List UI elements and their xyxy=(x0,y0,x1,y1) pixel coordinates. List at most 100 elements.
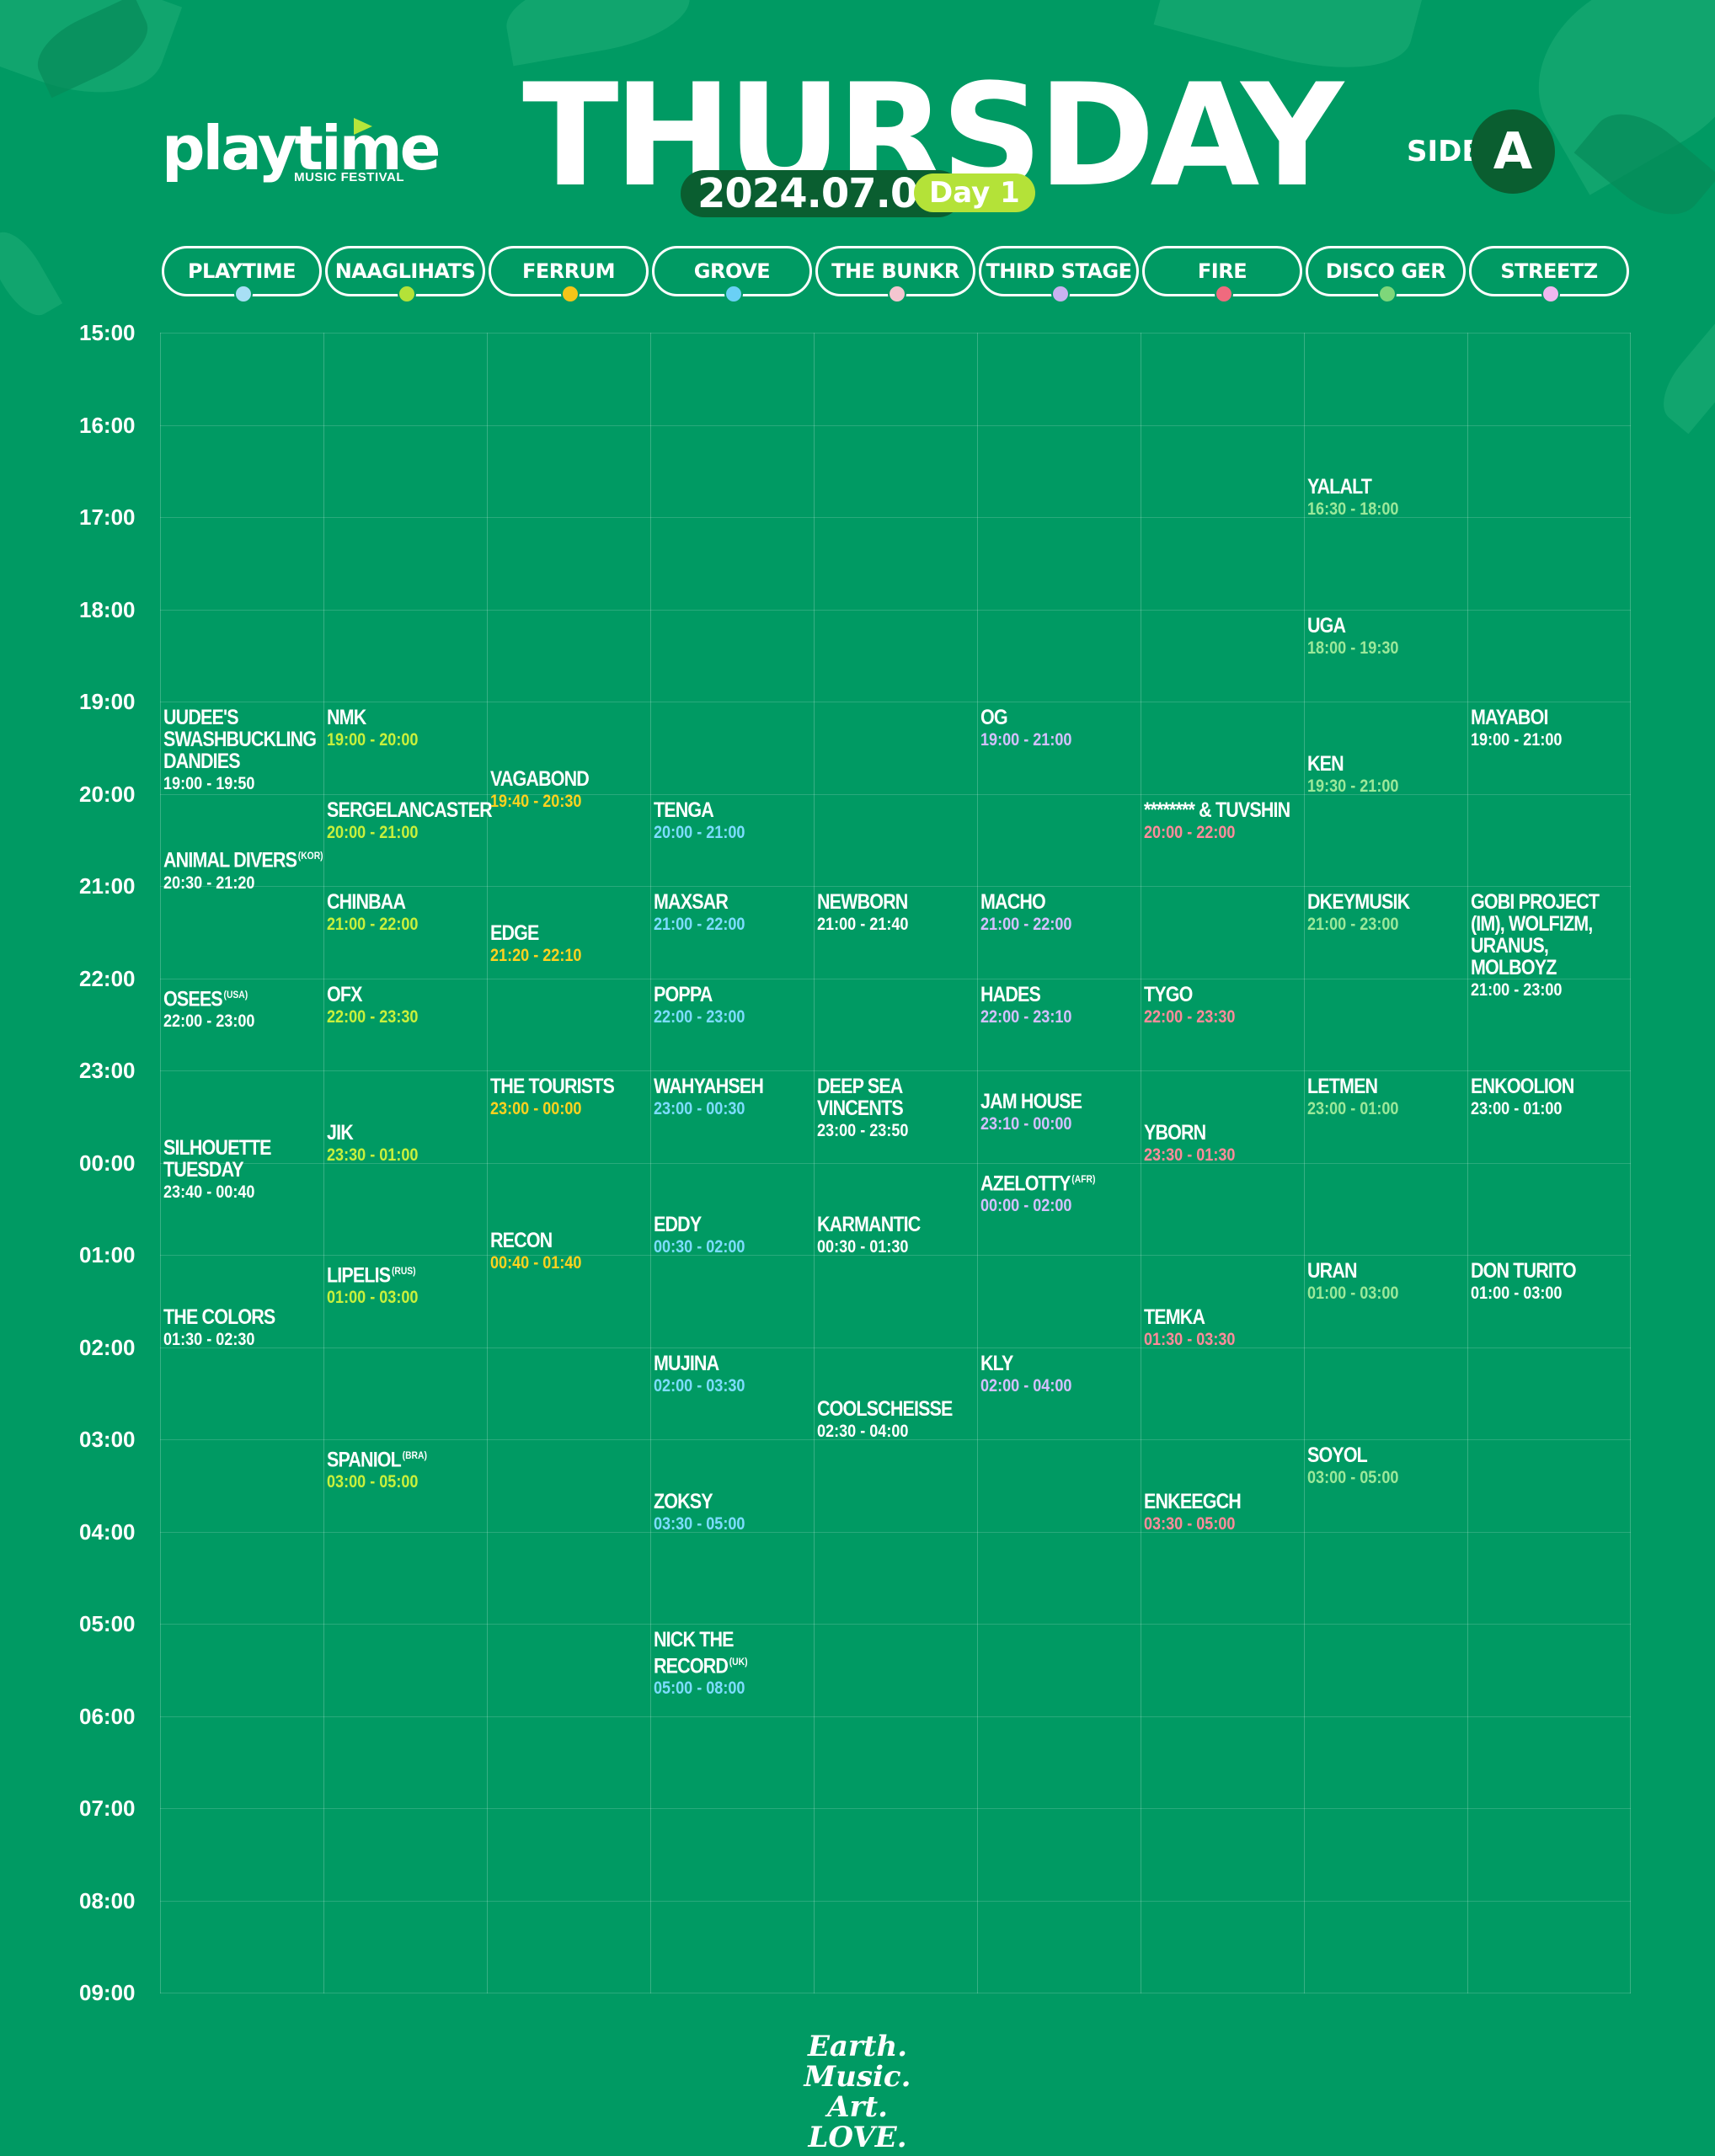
playtime-logo: playtime MUSIC FESTIVAL xyxy=(162,118,441,185)
act-time: 23:00 - 01:00 xyxy=(1471,1099,1563,1118)
act-name: SOYOL xyxy=(1307,1444,1368,1467)
column-divider xyxy=(977,333,978,1993)
act-time: 22:00 - 23:10 xyxy=(980,1006,1072,1027)
act-time: 23:00 - 01:00 xyxy=(1307,1099,1399,1118)
stage-tab: FIRE xyxy=(1142,246,1302,303)
act-name: JAM HOUSE xyxy=(980,1090,1082,1114)
act-entry: SPANIOL (BRA) 03:00 - 05:00 xyxy=(327,1444,487,1494)
act-time: 23:00 - 00:30 xyxy=(654,1099,745,1118)
act-time: 20:00 - 22:00 xyxy=(1144,822,1236,842)
stage-tab: DISCO GER xyxy=(1306,246,1466,303)
act-time: 21:00 - 22:00 xyxy=(654,915,745,934)
act-entry: UGA 18:00 - 19:30 xyxy=(1307,615,1467,660)
act-entry: AZELOTTY (AFR) 00:00 - 02:00 xyxy=(980,1168,1141,1218)
act-entry: GOBI PROJECT (IM), WOLFIZM, URANUS, MOLB… xyxy=(1471,891,1631,1002)
act-name: ENKOOLION xyxy=(1471,1075,1574,1098)
act-origin: (KOR) xyxy=(297,850,323,862)
act-entry: NMK 19:00 - 20:00 xyxy=(327,707,487,752)
act-entry: UUDEE'S SWASHBUCKLING DANDIES 19:00 - 19:… xyxy=(163,707,323,796)
act-entry: EDDY 00:30 - 02:00 xyxy=(654,1214,814,1259)
time-label: 21:00 xyxy=(79,873,136,899)
act-time: 19:30 - 21:00 xyxy=(1307,776,1399,796)
time-label: 18:00 xyxy=(79,596,136,622)
act-name: NMK xyxy=(327,706,366,729)
act-time: 19:40 - 20:30 xyxy=(490,792,582,811)
hour-gridline xyxy=(160,1070,1631,1071)
act-entry: MUJINA 02:00 - 03:30 xyxy=(654,1353,814,1398)
hour-gridline xyxy=(160,333,1631,334)
column-divider xyxy=(1467,333,1468,1993)
act-entry: MAYABOI 19:00 - 21:00 xyxy=(1471,707,1631,752)
hour-gridline xyxy=(160,1808,1631,1809)
act-name: CHINBAA xyxy=(327,890,406,914)
act-time: 02:30 - 04:00 xyxy=(817,1422,909,1442)
time-label: 20:00 xyxy=(79,781,136,807)
act-entry: THE COLORS 01:30 - 02:30 xyxy=(163,1306,323,1352)
act-entry: ENKOOLION 23:00 - 01:00 xyxy=(1471,1075,1631,1121)
act-entry: OG 19:00 - 21:00 xyxy=(980,707,1141,752)
act-entry: LIPELIS (RUS) 01:00 - 03:00 xyxy=(327,1260,487,1310)
act-origin: (USA) xyxy=(223,988,248,1001)
act-name: MACHO xyxy=(980,890,1046,914)
stage-tab: THE BUNKR xyxy=(815,246,975,303)
act-name: ******** & TUVSHIN xyxy=(1144,798,1290,822)
act-time: 22:00 - 23:30 xyxy=(1144,1006,1236,1027)
act-entry: EDGE 21:20 - 22:10 xyxy=(490,922,650,968)
act-time: 18:00 - 19:30 xyxy=(1307,638,1399,658)
act-entry: SOYOL 03:00 - 05:00 xyxy=(1307,1444,1467,1490)
time-label: 01:00 xyxy=(79,1242,136,1267)
act-entry: JAM HOUSE 23:10 - 00:00 xyxy=(980,1091,1141,1136)
act-entry: NEWBORN 21:00 - 21:40 xyxy=(817,891,977,937)
time-label: 15:00 xyxy=(79,320,136,345)
act-entry: ******** & TUVSHIN 20:00 - 22:00 xyxy=(1144,799,1304,845)
time-label: 19:00 xyxy=(79,689,136,714)
act-entry: DKEYMUSIK 21:00 - 23:00 xyxy=(1307,891,1467,937)
time-label: 00:00 xyxy=(79,1150,136,1176)
act-time: 21:00 - 22:00 xyxy=(980,915,1072,934)
act-name: TYGO xyxy=(1144,982,1193,1006)
act-name: OFX xyxy=(327,982,362,1006)
side-badge: A xyxy=(1471,109,1555,194)
time-label: 08:00 xyxy=(79,1887,136,1913)
act-entry: MACHO 21:00 - 22:00 xyxy=(980,891,1141,937)
act-name: OSEES (USA) xyxy=(163,986,248,1011)
act-entry: ENKEEGCH 03:30 - 05:00 xyxy=(1144,1491,1304,1536)
hour-gridline xyxy=(160,886,1631,887)
act-time: 02:00 - 04:00 xyxy=(980,1375,1072,1396)
stage-color-dot xyxy=(234,285,253,303)
act-name: SERGELANCASTER xyxy=(327,798,493,822)
act-time: 03:30 - 05:00 xyxy=(1144,1513,1236,1534)
stage-color-dot xyxy=(398,285,416,303)
play-triangle-icon xyxy=(354,118,372,135)
act-entry: TEMKA 01:30 - 03:30 xyxy=(1144,1306,1304,1352)
act-entry: CHINBAA 21:00 - 22:00 xyxy=(327,891,487,937)
act-time: 21:00 - 22:00 xyxy=(327,915,419,934)
act-time: 21:20 - 22:10 xyxy=(490,945,582,965)
act-time: 01:30 - 02:30 xyxy=(163,1329,255,1349)
column-divider xyxy=(650,333,651,1993)
act-time: 19:00 - 21:00 xyxy=(1471,730,1563,750)
hour-gridline xyxy=(160,609,1631,611)
act-name: THE TOURISTS xyxy=(490,1075,615,1098)
hour-gridline xyxy=(160,1716,1631,1717)
act-time: 01:00 - 03:00 xyxy=(1471,1283,1563,1303)
act-name: NEWBORN xyxy=(817,890,908,914)
act-time: 01:00 - 03:00 xyxy=(327,1288,419,1308)
act-time: 05:00 - 08:00 xyxy=(654,1678,745,1699)
act-entry: JIK 23:30 - 01:00 xyxy=(327,1122,487,1167)
act-entry: DON TURITO 01:00 - 03:00 xyxy=(1471,1260,1631,1305)
act-name: COOLSCHEISSE xyxy=(817,1397,953,1422)
act-time: 19:00 - 21:00 xyxy=(980,730,1072,750)
act-time: 01:00 - 03:00 xyxy=(1307,1283,1399,1303)
act-entry: LETMEN 23:00 - 01:00 xyxy=(1307,1075,1467,1121)
act-entry: THE TOURISTS 23:00 - 00:00 xyxy=(490,1075,650,1121)
act-time: 22:00 - 23:00 xyxy=(163,1011,255,1031)
act-name: MAYABOI xyxy=(1471,706,1548,729)
act-time: 03:00 - 05:00 xyxy=(1307,1468,1399,1487)
time-label: 09:00 xyxy=(79,1980,136,2005)
act-name: JIK xyxy=(327,1120,354,1145)
act-time: 23:30 - 01:30 xyxy=(1144,1145,1236,1165)
act-entry: RECON 00:40 - 01:40 xyxy=(490,1230,650,1275)
act-time: 02:00 - 03:30 xyxy=(654,1375,745,1396)
time-label: 17:00 xyxy=(79,504,136,530)
